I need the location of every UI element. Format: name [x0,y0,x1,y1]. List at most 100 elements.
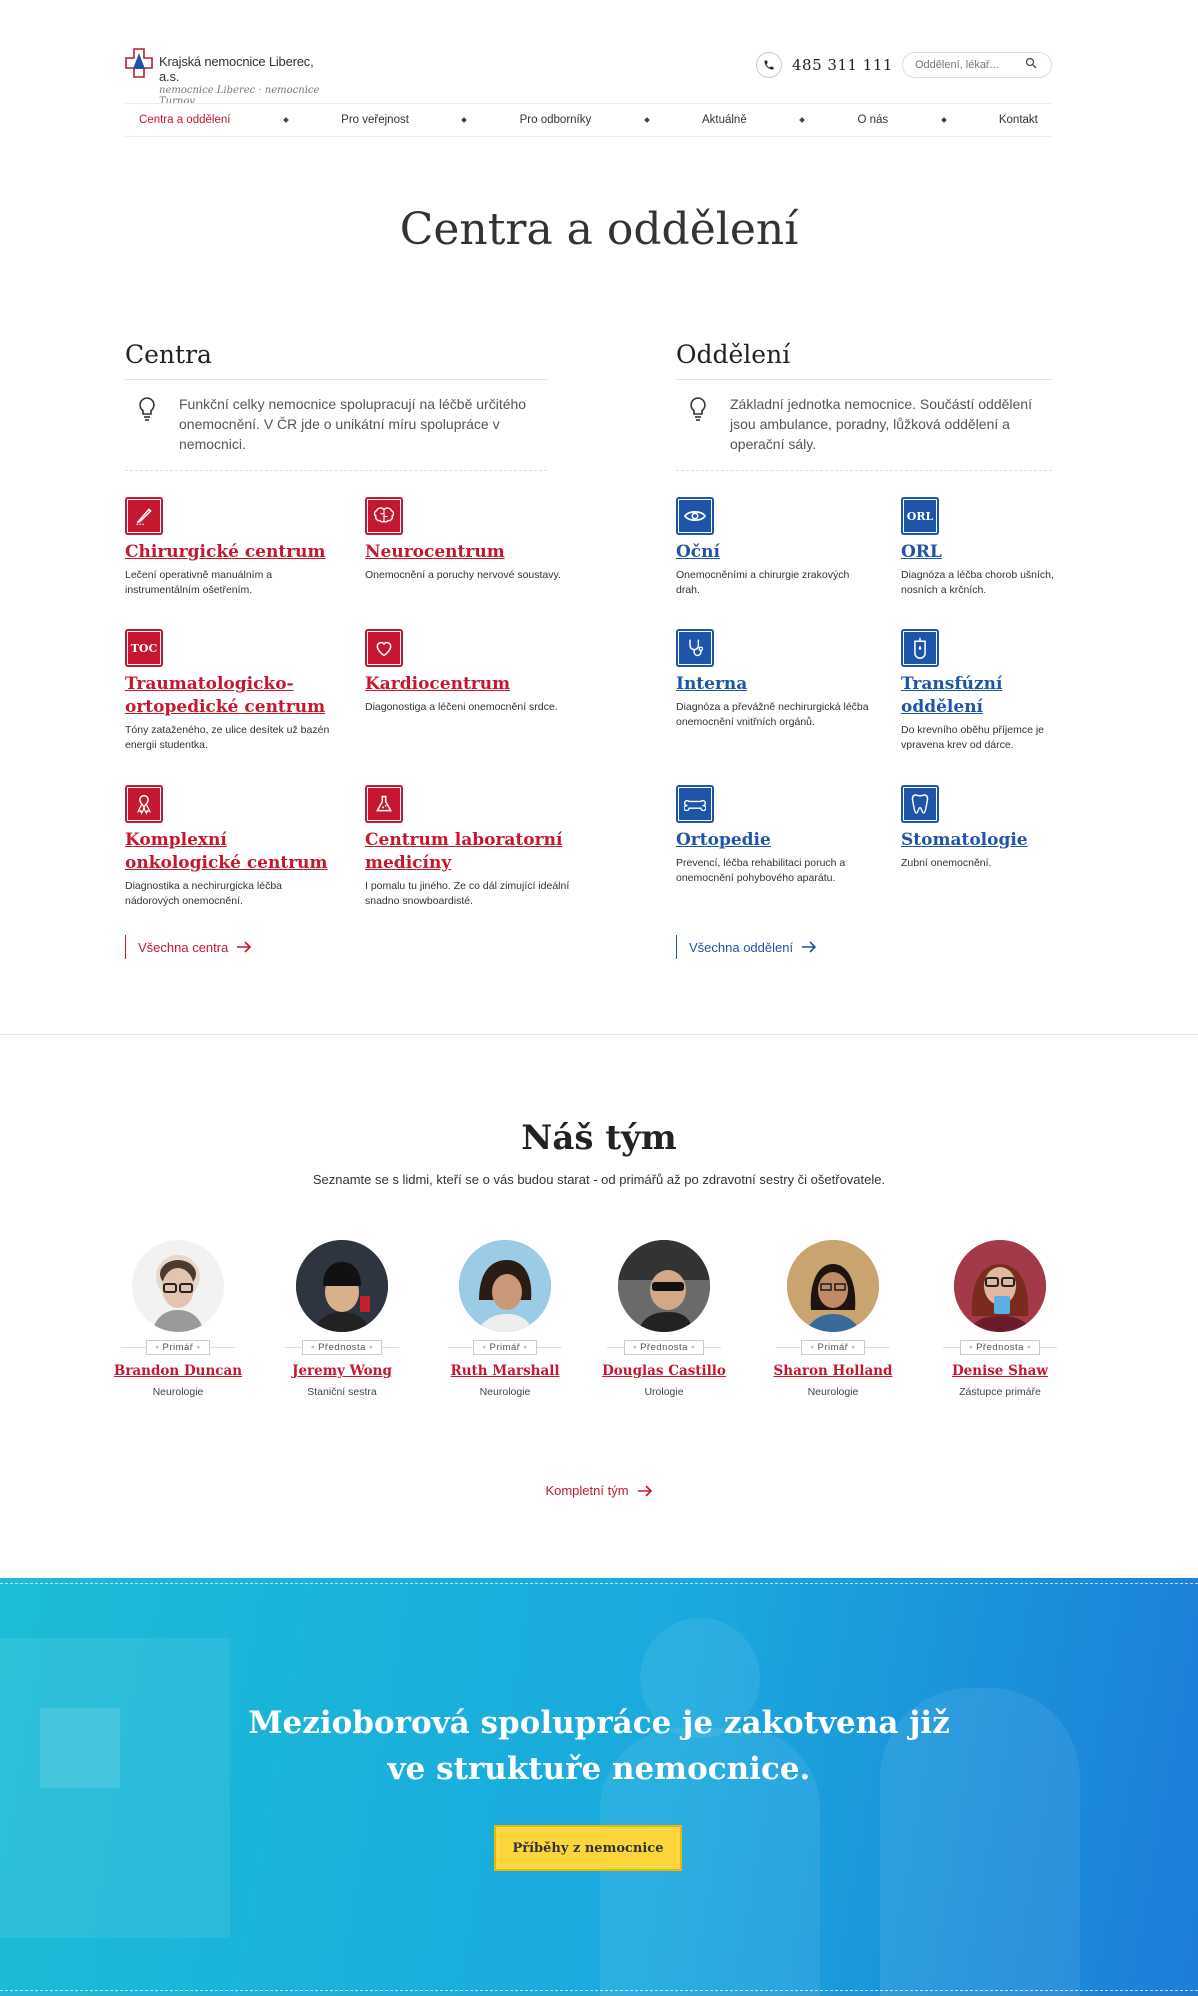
search-box [902,52,1052,78]
search-input[interactable] [915,59,1025,71]
toc-icon: TOC [125,629,163,667]
arrow-right-icon [237,941,252,953]
nav-item-verejnost[interactable]: Pro veřejnost [341,114,409,126]
all-oddeleni-label: Všechna oddělení [689,939,794,955]
bone-icon [676,785,714,823]
phone-number: 485 311 111 [792,56,893,74]
member-department: Urologie [644,1386,684,1398]
oddeleni-card: Transfúzní oddělení Do krevního oběhu př… [901,629,1056,753]
centra-card-title[interactable]: Centrum laboratorní medicíny [365,829,575,875]
lightbulb-icon [690,397,706,421]
centra-card: TOC Traumatologicko-ortopedické centrum … [125,629,335,753]
flask-icon [365,785,403,823]
main-nav: Centra a oddělení Pro veřejnost Pro odbo… [125,103,1052,137]
oddeleni-card-title[interactable]: ORL [901,541,1056,564]
oddeleni-card-desc: Onemocněními a chirurgie zrakových drah. [676,569,850,596]
avatar[interactable] [296,1240,388,1332]
arrow-right-icon [637,1484,652,1497]
avatar[interactable] [954,1240,1046,1332]
nav-item-o-nas[interactable]: O nás [857,114,888,126]
centra-card-desc: Onemocnění a poruchy nervové soustavy. [365,569,561,581]
team-member: ◦ Primář ◦ Brandon Duncan Neurologie [93,1240,263,1398]
nav-item-kontakt[interactable]: Kontakt [999,114,1038,126]
stethoscope-icon [676,629,714,667]
centra-card-desc: Diagonostiga a léčeni onemocnění srdce. [365,701,558,713]
oddeleni-card-title[interactable]: Interna [676,673,876,696]
nav-item-aktualne[interactable]: Aktuálně [702,114,747,126]
stories-banner: Mezioborová spolupráce je zakotvena již … [0,1578,1198,1996]
oddeleni-section: Oddělení Základní jednotka nemocnice. So… [676,340,1054,959]
full-team-link[interactable]: Kompletní tým [0,1483,1198,1498]
team-member: ◦ Přednosta ◦ Jeremy Wong Staniční sestr… [257,1240,427,1398]
avatar[interactable] [787,1240,879,1332]
banner-title-line1: Mezioborová spolupráce je zakotvena již [248,1705,950,1741]
centra-card: Chirurgické centrum Lečení operativně ma… [125,497,335,598]
member-department: Neurologie [807,1386,859,1398]
member-name[interactable]: Brandon Duncan [93,1363,263,1379]
nav-separator [461,117,468,123]
member-name[interactable]: Denise Shaw [915,1363,1085,1379]
stories-button[interactable]: Příběhy z nemocnice [494,1825,682,1871]
oddeleni-card-desc: Diagnóza a léčba chorob ušních, nosních … [901,569,1054,596]
oddeleni-card: Oční Onemocněními a chirurgie zrakových … [676,497,876,598]
nav-item-odbornici[interactable]: Pro odborníky [520,114,592,126]
member-name[interactable]: Jeremy Wong [257,1363,427,1379]
centra-heading: Centra [125,340,547,380]
page-title: Centra a oddělení [399,204,799,255]
logo[interactable]: Krajská nemocnice Liberec, a.s. nemocnic… [125,48,335,107]
lightbulb-icon [139,397,155,421]
team-title: Náš tým [521,1118,677,1158]
team-member: ◦ Přednosta ◦ Denise Shaw Zástupce primá… [915,1240,1085,1398]
all-centra-link[interactable]: Všechna centra [125,935,252,959]
member-name[interactable]: Ruth Marshall [420,1363,590,1379]
centra-card-title[interactable]: Komplexní onkologické centrum [125,829,335,875]
all-oddeleni-link[interactable]: Všechna oddělení [676,935,817,959]
nav-separator [643,117,650,123]
nav-item-centra[interactable]: Centra a oddělení [139,114,230,126]
nav-separator [940,117,947,123]
oddeleni-card-title[interactable]: Ortopedie [676,829,876,852]
centra-card-desc: I pomalu tu jiného. Ze co dál zimující i… [365,880,570,907]
search-icon[interactable] [1025,56,1037,74]
oddeleni-card: Interna Diagnóza a převážně nechirurgick… [676,629,876,730]
member-department: Neurologie [479,1386,531,1398]
oddeleni-description: Základní jednotka nemocnice. Součástí od… [730,396,1032,452]
avatar[interactable] [618,1240,710,1332]
member-role: ◦ Přednosta ◦ [302,1339,382,1355]
centra-card-title[interactable]: Chirurgické centrum [125,541,335,564]
oddeleni-intro: Základní jednotka nemocnice. Součástí od… [676,380,1052,471]
oddeleni-card-title[interactable]: Transfúzní oddělení [901,673,1056,719]
centra-card-title[interactable]: Traumatologicko-ortopedické centrum [125,673,335,719]
team-member: ◦ Primář ◦ Ruth Marshall Neurologie [420,1240,590,1398]
centra-card: Kardiocentrum Diagonostiga a léčeni onem… [365,629,575,715]
oddeleni-card-desc: Zubní onemocnění. [901,857,992,869]
member-name[interactable]: Douglas Castillo [579,1363,749,1379]
oddeleni-card-title[interactable]: Stomatologie [901,829,1056,852]
member-department: Zástupce primáře [959,1386,1041,1398]
phone-icon [756,52,782,78]
site-header: Krajská nemocnice Liberec, a.s. nemocnic… [0,0,1198,140]
oddeleni-card: Stomatologie Zubní onemocnění. [901,785,1056,871]
centra-card-title[interactable]: Kardiocentrum [365,673,575,696]
centra-card-title[interactable]: Neurocentrum [365,541,575,564]
avatar[interactable] [459,1240,551,1332]
avatar[interactable] [132,1240,224,1332]
member-name[interactable]: Sharon Holland [748,1363,918,1379]
oddeleni-card: ORL ORL Diagnóza a léčba chorob ušních, … [901,497,1056,598]
nav-separator [282,117,289,123]
banner-title-line2: ve struktuře nemocnice. [387,1751,811,1787]
centra-description: Funkční celky nemocnice spolupracují na … [179,396,527,452]
member-role: ◦ Primář ◦ [801,1339,865,1355]
brain-icon [365,497,403,535]
eye-icon [676,497,714,535]
team-member: ◦ Přednosta ◦ Douglas Castillo Urologie [579,1240,749,1398]
centra-card: Neurocentrum Onemocnění a poruchy nervov… [365,497,575,583]
oddeleni-card-desc: Prevencí, léčba rehabilitaci poruch a on… [676,857,846,884]
member-role: ◦ Přednosta ◦ [960,1339,1040,1355]
oddeleni-card-title[interactable]: Oční [676,541,876,564]
member-role: ◦ Primář ◦ [473,1339,537,1355]
phone-link[interactable]: 485 311 111 [756,52,893,78]
centra-section: Centra Funkční celky nemocnice spoluprac… [125,340,569,959]
oddeleni-card: Ortopedie Prevencí, léčba rehabilitaci p… [676,785,876,886]
arrow-right-icon [802,941,817,953]
